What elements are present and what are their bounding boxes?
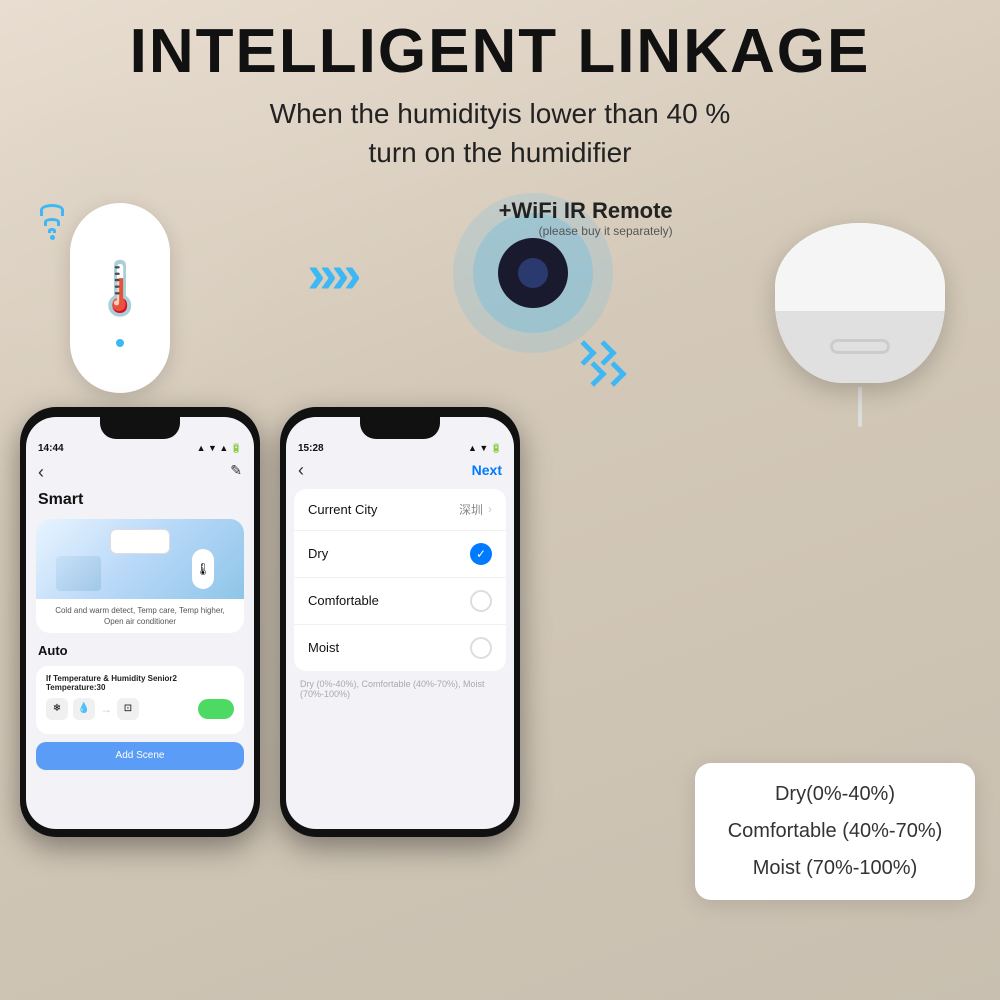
phone-1-nav: ‹ ✎ — [26, 458, 254, 487]
current-city-label: Current City — [308, 502, 377, 517]
humidity-icon: 💧 — [73, 698, 95, 720]
phone-2-time: 15:28 — [298, 443, 324, 454]
phone-2-signal: ▲ ▼ 🔋 — [468, 443, 502, 454]
subtitle-line1: When the humidityis lower than 40 % — [0, 94, 1000, 133]
moist-label: Moist — [308, 640, 339, 655]
smart-speaker — [750, 223, 970, 427]
phone-2: 15:28 ▲ ▼ 🔋 ‹ Next Current City 深圳 › — [280, 407, 520, 837]
comfortable-radio[interactable] — [470, 590, 492, 612]
ir-remote-label: +WiFi IR Remote (please buy it separatel… — [499, 198, 673, 238]
speaker-top — [775, 223, 945, 311]
dry-label: Dry — [308, 546, 328, 561]
sensor-device: 🌡️ — [70, 203, 170, 393]
thermometer-icon: 🌡️ — [88, 258, 153, 319]
phone-1-edit-button[interactable]: ✎ — [230, 462, 242, 483]
phone-2-back-button[interactable]: ‹ — [298, 460, 304, 481]
dry-check-icon: ✓ — [470, 543, 492, 565]
phone-1-signal: ▲ ▼ ▲ 🔋 — [197, 443, 242, 454]
speaker-cable — [858, 387, 862, 427]
ir-device-center — [518, 258, 548, 288]
arrows-area: »» — [307, 243, 355, 305]
phone-2-notch — [360, 417, 440, 439]
moist-radio[interactable] — [470, 637, 492, 659]
phone-1-card-desc: Cold and warm detect, Temp care, Temp hi… — [36, 599, 244, 633]
speaker-bottom — [775, 311, 945, 383]
chevron-right-icon: › — [488, 502, 492, 516]
phone-2-list: Current City 深圳 › Dry ✓ Comfortable — [294, 489, 506, 671]
comfortable-label: Comfortable — [308, 593, 379, 608]
sofa-icon — [56, 556, 101, 591]
phone-1-auto-label: Auto — [26, 639, 254, 662]
phone-1-time: 14:44 — [38, 443, 64, 454]
city-name: 深圳 — [459, 501, 483, 518]
header: INTELLIGENT LINKAGE When the humidityis … — [0, 0, 1000, 173]
ir-remote-area: +WiFi IR Remote (please buy it separatel… — [453, 193, 653, 353]
speaker-ring — [830, 339, 890, 354]
phone-1-back-button[interactable]: ‹ — [38, 462, 44, 483]
phone-2-nav: ‹ Next — [286, 458, 514, 489]
phone-1-toggle[interactable] — [198, 699, 234, 719]
phone-1-card: 🌡 Cold and warm detect, Temp care, Temp … — [36, 519, 244, 633]
comfortable-item[interactable]: Comfortable — [294, 578, 506, 625]
info-box: Dry(0%-40%) Comfortable (40%-70%) Moist … — [695, 763, 975, 900]
phone-1: 14:44 ▲ ▼ ▲ 🔋 ‹ ✎ Smart 🌡 Cold and warm … — [20, 407, 260, 837]
ir-remote-title: +WiFi IR Remote — [499, 198, 673, 224]
phone-1-card-image: 🌡 — [36, 519, 244, 599]
info-item-moist: Moist (70%-100%) — [725, 857, 945, 880]
phone-1-rule-row: ❄ 💧 → ⊡ — [46, 698, 234, 720]
sensor-small-icon: 🌡 — [192, 549, 214, 589]
next-button[interactable]: Next — [472, 462, 502, 478]
humidity-hint: Dry (0%-40%), Comfortable (40%-70%), Moi… — [286, 671, 514, 707]
ir-remote-device — [498, 238, 568, 308]
current-city-value: 深圳 › — [459, 501, 492, 518]
phone-1-section-title: Smart — [26, 487, 254, 513]
subtitle: When the humidityis lower than 40 % turn… — [0, 94, 1000, 172]
dry-item[interactable]: Dry ✓ — [294, 531, 506, 578]
forward-arrows-icon: »» — [307, 243, 355, 305]
phone-1-screen: 14:44 ▲ ▼ ▲ 🔋 ‹ ✎ Smart 🌡 Cold and warm … — [26, 417, 254, 829]
phone-1-rule-title: If Temperature & Humidity Senior2 Temper… — [46, 674, 234, 692]
speaker-body — [775, 223, 945, 383]
current-city-item[interactable]: Current City 深圳 › — [294, 489, 506, 531]
add-scene-button[interactable]: Add Scene — [36, 742, 244, 770]
middle-section: 🌡️ »» — [0, 183, 1000, 427]
info-item-dry: Dry(0%-40%) — [725, 783, 945, 806]
ir-remote-subtitle: (please buy it separately) — [499, 224, 673, 238]
redirect-arrows — [575, 344, 623, 383]
snowflake-icon: ❄ — [46, 698, 68, 720]
ac-unit-icon — [110, 529, 170, 554]
page-content: INTELLIGENT LINKAGE When the humidityis … — [0, 0, 1000, 1000]
plug-icon: ⊡ — [117, 698, 139, 720]
moist-item[interactable]: Moist — [294, 625, 506, 671]
wifi-signal-icon — [40, 193, 64, 242]
main-title: INTELLIGENT LINKAGE — [0, 18, 1000, 86]
sensor-area: 🌡️ — [30, 203, 210, 393]
subtitle-line2: turn on the humidifier — [0, 133, 1000, 172]
arrow-icon: → — [100, 702, 112, 716]
phone-1-rule-card: If Temperature & Humidity Senior2 Temper… — [36, 666, 244, 734]
sensor-indicator — [116, 339, 124, 347]
phone-2-screen: 15:28 ▲ ▼ 🔋 ‹ Next Current City 深圳 › — [286, 417, 514, 829]
phone-1-notch — [100, 417, 180, 439]
info-item-comfortable: Comfortable (40%-70%) — [725, 820, 945, 843]
